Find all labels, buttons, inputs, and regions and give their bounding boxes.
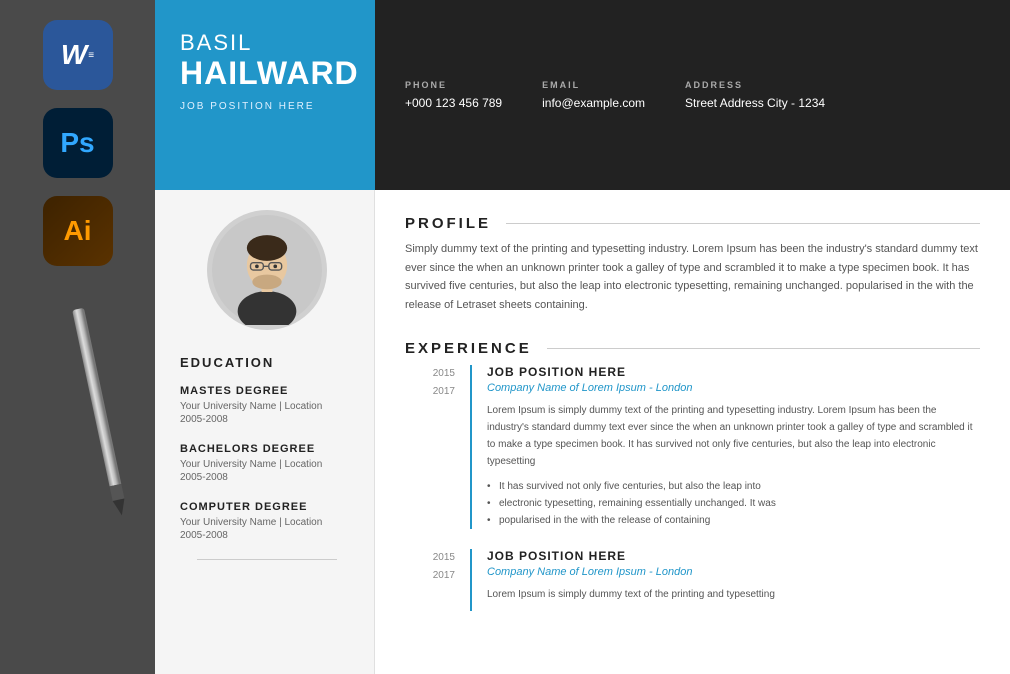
job-title-header: JOB POSITION HERE xyxy=(180,101,355,112)
exp-year-end-2: 2017 xyxy=(405,567,455,585)
exp-company-1: Company Name of Lorem Ipsum - London xyxy=(487,382,980,394)
first-name: BASIL xyxy=(180,30,355,56)
resume-document: BASIL HAILWARD JOB POSITION HERE PHONE +… xyxy=(155,0,1010,674)
resume-body: EDUCATION MASTES DEGREE Your University … xyxy=(155,190,1010,674)
exp-content-1: JOB POSITION HERE Company Name of Lorem … xyxy=(487,365,980,529)
edu-school-2: Your University Name | Location xyxy=(180,459,354,470)
exp-divider-2 xyxy=(470,549,472,611)
address-value: Street Address City - 1234 xyxy=(685,96,825,110)
exp-year-start-2: 2015 xyxy=(405,549,455,567)
edu-item-2: BACHELORS DEGREE Your University Name | … xyxy=(180,443,354,483)
exp-year-col-2: 2015 2017 xyxy=(405,549,455,611)
pen-decoration xyxy=(48,309,108,529)
edu-school-3: Your University Name | Location xyxy=(180,517,354,528)
profile-photo-container xyxy=(180,210,354,330)
exp-bullet-1-2: electronic typesetting, remaining essent… xyxy=(487,495,980,512)
edu-item-1: MASTES DEGREE Your University Name | Loc… xyxy=(180,385,354,425)
edu-degree-3: COMPUTER DEGREE xyxy=(180,501,354,513)
exp-desc-2: Lorem Ipsum is simply dummy text of the … xyxy=(487,586,980,603)
exp-position-2: JOB POSITION HERE xyxy=(487,549,980,563)
phone-contact: PHONE +000 123 456 789 xyxy=(405,80,502,110)
word-icon[interactable]: W ≡ xyxy=(43,20,113,90)
exp-bullets-1: It has survived not only five centuries,… xyxy=(487,478,980,529)
edu-degree-2: BACHELORS DEGREE xyxy=(180,443,354,455)
edu-year-1: 2005-2008 xyxy=(180,414,354,425)
edu-school-1: Your University Name | Location xyxy=(180,401,354,412)
experience-entry-2: 2015 2017 JOB POSITION HERE Company Name… xyxy=(405,549,980,611)
photoshop-icon[interactable]: Ps xyxy=(43,108,113,178)
email-contact: EMAIL info@example.com xyxy=(542,80,645,110)
left-sidebar: W ≡ Ps Ai xyxy=(0,0,155,674)
exp-bullet-1-3: popularised in the with the release of c… xyxy=(487,512,980,529)
experience-entry-1: 2015 2017 JOB POSITION HERE Company Name… xyxy=(405,365,980,529)
exp-divider-1 xyxy=(470,365,472,529)
edu-item-3: COMPUTER DEGREE Your University Name | L… xyxy=(180,501,354,541)
edu-degree-1: MASTES DEGREE xyxy=(180,385,354,397)
phone-label: PHONE xyxy=(405,80,502,90)
left-col-divider xyxy=(197,559,336,560)
resume-header: BASIL HAILWARD JOB POSITION HERE PHONE +… xyxy=(155,0,1010,190)
contact-block: PHONE +000 123 456 789 EMAIL info@exampl… xyxy=(375,0,1010,190)
address-label: ADDRESS xyxy=(685,80,825,90)
profile-photo xyxy=(207,210,327,330)
email-label: EMAIL xyxy=(542,80,645,90)
exp-desc-1: Lorem Ipsum is simply dummy text of the … xyxy=(487,402,980,470)
email-value: info@example.com xyxy=(542,96,645,110)
last-name: HAILWARD xyxy=(180,56,355,91)
experience-section-title: EXPERIENCE xyxy=(405,340,980,357)
edu-year-2: 2005-2008 xyxy=(180,472,354,483)
illustrator-icon[interactable]: Ai xyxy=(43,196,113,266)
exp-content-2: JOB POSITION HERE Company Name of Lorem … xyxy=(487,549,980,611)
exp-company-2: Company Name of Lorem Ipsum - London xyxy=(487,566,980,578)
left-column: EDUCATION MASTES DEGREE Your University … xyxy=(155,190,375,674)
name-block: BASIL HAILWARD JOB POSITION HERE xyxy=(155,0,375,190)
exp-position-1: JOB POSITION HERE xyxy=(487,365,980,379)
exp-year-end-1: 2017 xyxy=(405,383,455,401)
education-section-title: EDUCATION xyxy=(180,355,354,370)
right-column: PROFILE Simply dummy text of the printin… xyxy=(375,190,1010,674)
exp-year-start-1: 2015 xyxy=(405,365,455,383)
profile-section-title: PROFILE xyxy=(405,215,980,232)
exp-bullet-1-1: It has survived not only five centuries,… xyxy=(487,478,980,495)
person-avatar-svg xyxy=(212,215,322,325)
address-contact: ADDRESS Street Address City - 1234 xyxy=(685,80,825,110)
phone-value: +000 123 456 789 xyxy=(405,96,502,110)
edu-year-3: 2005-2008 xyxy=(180,530,354,541)
exp-year-col-1: 2015 2017 xyxy=(405,365,455,529)
profile-text: Simply dummy text of the printing and ty… xyxy=(405,240,980,315)
